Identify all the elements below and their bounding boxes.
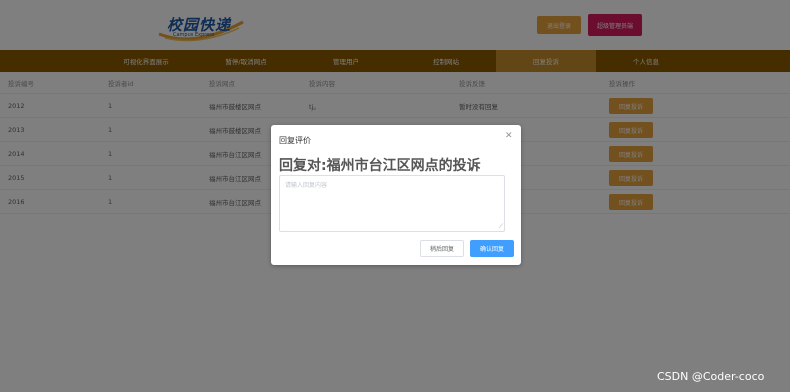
close-icon[interactable]: ✕ [505, 131, 513, 141]
textarea-placeholder: 请输入回复内容 [285, 182, 328, 189]
page: 校园快递 Campus Express 退出登录 超级管理员端 可视化界面展示 … [0, 0, 790, 392]
reply-dialog: 回复评价 ✕ 回复对:福州市台江区网点的投诉 请输入回复内容 ⟋ 稍后回复 确认… [271, 125, 521, 265]
confirm-reply-button[interactable]: 确认回复 [470, 240, 514, 257]
dialog-title: 回复评价 [279, 136, 311, 145]
dialog-heading: 回复对:福州市台江区网点的投诉 [279, 158, 481, 174]
reply-textarea[interactable]: 请输入回复内容 ⟋ [279, 175, 505, 232]
reply-later-button[interactable]: 稍后回复 [420, 240, 464, 257]
watermark: CSDN @Coder-coco [657, 370, 765, 383]
resize-handle-icon[interactable]: ⟋ [499, 223, 503, 231]
